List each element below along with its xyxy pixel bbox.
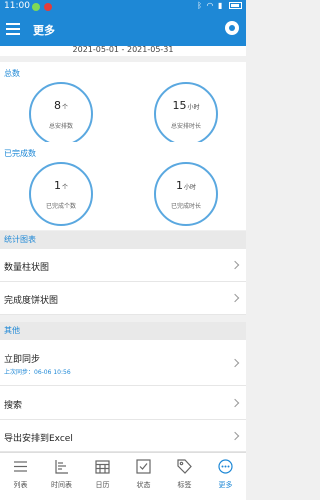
tab-timeline[interactable]: 时间表 xyxy=(41,453,82,500)
tab-list-label: 列表 xyxy=(13,481,28,489)
tab-calendar-label: 日历 xyxy=(95,481,110,489)
timeline-icon xyxy=(55,460,68,474)
calendar-icon xyxy=(95,460,110,474)
alert-icon xyxy=(44,3,52,11)
signal-icon: ▮ xyxy=(218,1,224,10)
system-icons: ᛒ ◠ ▮ xyxy=(197,1,242,10)
chevron-right-icon xyxy=(230,260,240,270)
tab-more-label: 更多 xyxy=(218,481,233,489)
total-hours-label: 总安排时长 xyxy=(170,123,201,130)
page-title: 更多 xyxy=(33,24,55,37)
sync-label: 立即同步 xyxy=(4,355,41,365)
checkbox-icon xyxy=(136,459,151,474)
battery-icon xyxy=(229,2,242,9)
chevron-right-icon xyxy=(230,358,240,368)
sync-row[interactable]: 立即同步 上次同步：06-06 10:56 xyxy=(0,340,246,386)
tag-icon xyxy=(177,459,192,474)
total-count-label: 总安排数 xyxy=(48,123,73,130)
pie-chart-row[interactable]: 完成度饼状图 xyxy=(0,282,246,315)
totals-panel: 总数 8个 总安排数 15小时 总安排时长 xyxy=(0,62,246,146)
total-count-circle: 8个 总安排数 xyxy=(29,82,93,146)
completed-hours-label: 已完成时长 xyxy=(170,203,201,210)
completed-title: 已完成数 xyxy=(4,149,36,158)
last-sync-text: 上次同步：06-06 10:56 xyxy=(4,369,71,376)
date-range[interactable]: 2021-05-01 - 2021-05-31 xyxy=(0,46,246,56)
bar-chart-row[interactable]: 数量柱状图 xyxy=(0,249,246,282)
tab-tags[interactable]: 标签 xyxy=(164,453,205,500)
wifi-icon: ◠ xyxy=(206,1,215,10)
list-icon xyxy=(14,461,27,472)
tab-status-label: 状态 xyxy=(136,481,151,489)
search-row[interactable]: 搜索 xyxy=(0,386,246,420)
bottom-tab-bar: 列表 时间表 日历 状态 标签 更多 xyxy=(0,452,246,500)
completed-hours-circle: 1小时 已完成时长 xyxy=(154,162,218,226)
bluetooth-icon: ᛒ xyxy=(197,1,203,10)
status-bar: 11:00 ᛒ ◠ ▮ xyxy=(0,0,246,14)
completed-count-circle: 1个 已完成个数 xyxy=(29,162,93,226)
completed-count-value: 1个 xyxy=(53,179,68,192)
total-hours-value: 15小时 xyxy=(172,99,200,112)
more-icon xyxy=(218,459,233,474)
bar-chart-label: 数量柱状图 xyxy=(4,263,50,273)
export-row[interactable]: 导出安排到Excel xyxy=(0,420,246,452)
other-group-header: 其他 xyxy=(0,322,246,340)
status-time: 11:00 xyxy=(4,1,30,11)
tab-list[interactable]: 列表 xyxy=(0,453,41,500)
completed-hours-value: 1小时 xyxy=(175,179,196,192)
tab-more[interactable]: 更多 xyxy=(205,453,246,500)
tab-calendar[interactable]: 日历 xyxy=(82,453,123,500)
chevron-right-icon xyxy=(230,293,240,303)
totals-title: 总数 xyxy=(4,69,20,78)
app-bar: 更多 xyxy=(0,14,246,46)
completed-panel: 已完成数 1个 已完成个数 1小时 已完成时长 xyxy=(0,142,246,230)
search-label: 搜索 xyxy=(4,401,23,411)
tab-timeline-label: 时间表 xyxy=(51,481,72,489)
chevron-right-icon xyxy=(230,431,240,441)
tab-tags-label: 标签 xyxy=(177,481,192,489)
total-count-value: 8个 xyxy=(53,99,68,112)
charts-group-header: 统计图表 xyxy=(0,231,246,249)
tab-status[interactable]: 状态 xyxy=(123,453,164,500)
completed-count-label: 已完成个数 xyxy=(45,203,76,210)
chevron-right-icon xyxy=(230,398,240,408)
notification-icon xyxy=(32,3,40,11)
menu-icon[interactable] xyxy=(6,23,20,35)
export-label: 导出安排到Excel xyxy=(4,434,73,444)
pie-chart-label: 完成度饼状图 xyxy=(4,296,59,306)
total-hours-circle: 15小时 总安排时长 xyxy=(154,82,218,146)
settings-icon[interactable] xyxy=(225,21,239,35)
